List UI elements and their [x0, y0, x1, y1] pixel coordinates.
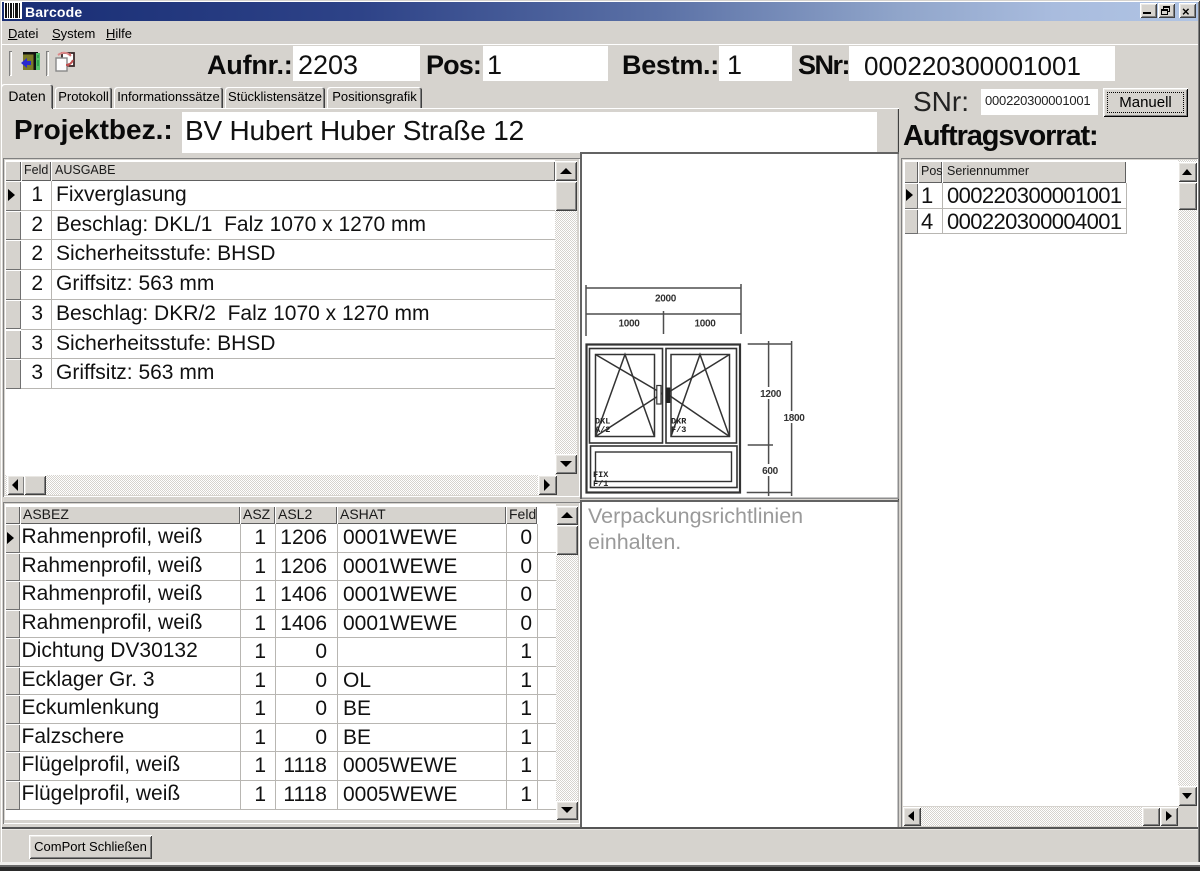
svg-text:1200: 1200	[760, 389, 782, 400]
svg-text:1800: 1800	[783, 413, 805, 424]
svg-text:F/3: F/3	[671, 425, 686, 435]
svg-text:F/1: F/1	[593, 479, 608, 489]
svg-text:2000: 2000	[655, 294, 677, 305]
svg-text:600: 600	[762, 466, 779, 477]
svg-text:A/2: A/2	[595, 425, 610, 435]
svg-text:1000: 1000	[618, 319, 640, 330]
svg-text:1000: 1000	[694, 319, 716, 330]
